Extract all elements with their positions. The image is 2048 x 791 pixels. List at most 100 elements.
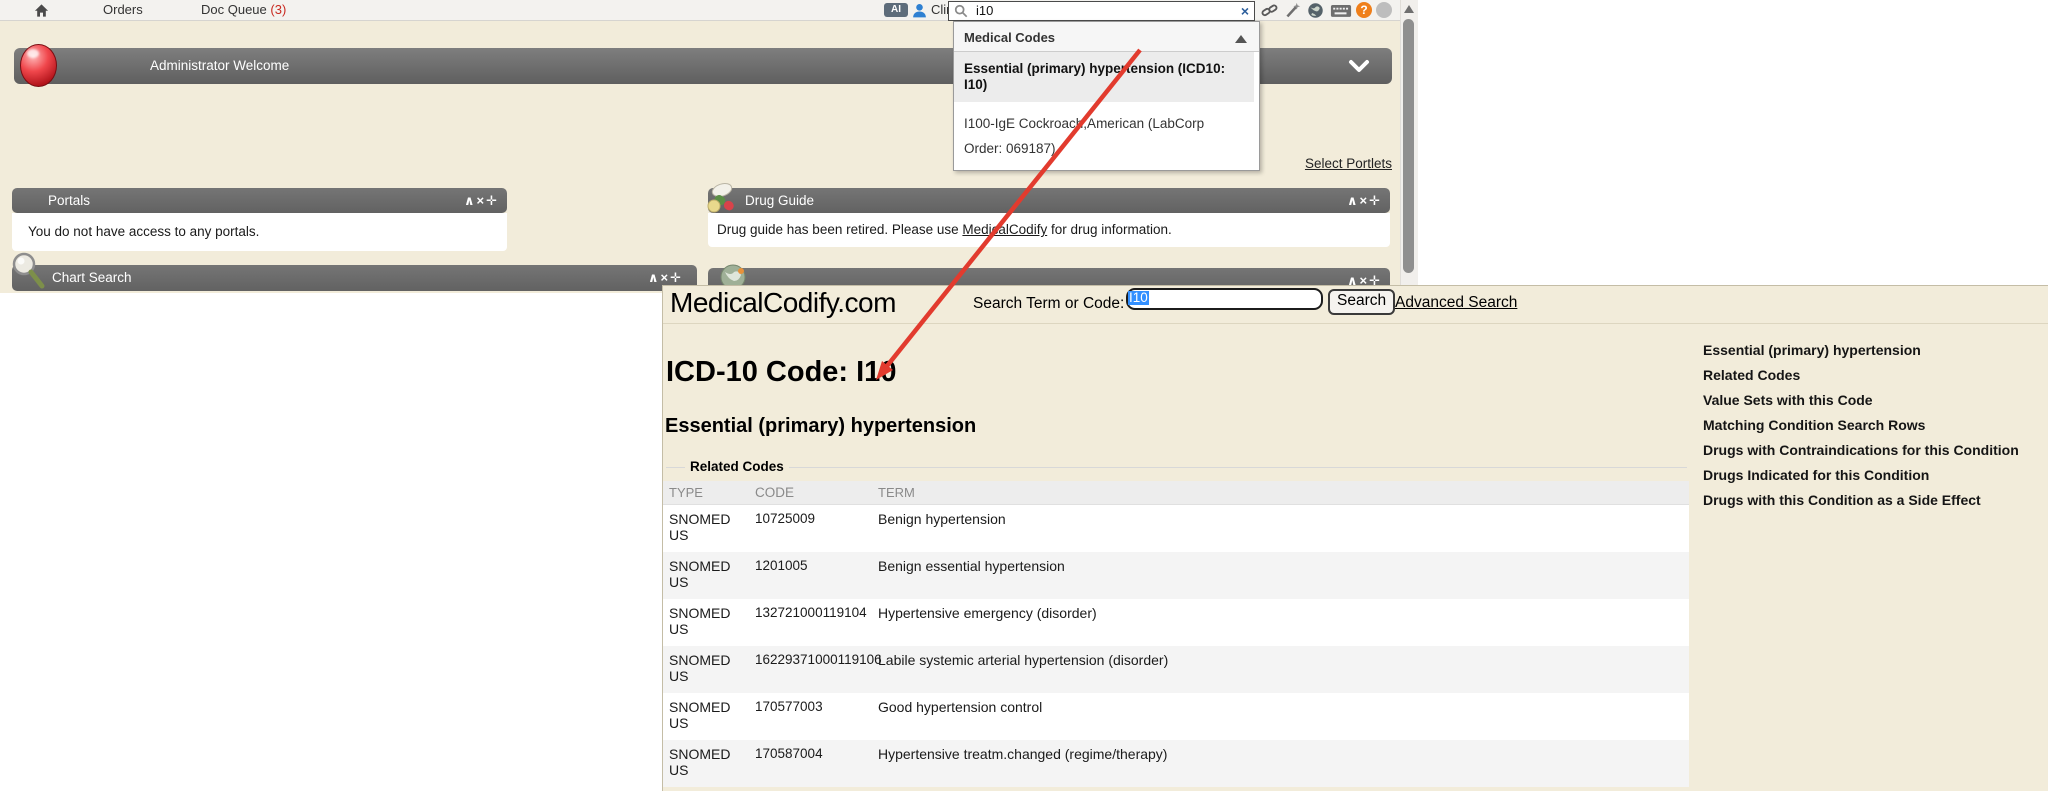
chevron-down-icon[interactable] xyxy=(1348,59,1370,73)
table-row: SNOMED US 10725009 Benign hypertension xyxy=(663,505,1689,552)
cell-code: 170577003 xyxy=(749,693,872,740)
portlet-header-portals[interactable]: Portals ∧×✛ xyxy=(12,188,507,213)
dropdown-item-list: Essential (primary) hypertension (ICD10:… xyxy=(954,52,1259,170)
portlet-header-drug-guide[interactable]: Drug Guide ∧×✛ xyxy=(708,188,1390,213)
move-icon[interactable]: ✛ xyxy=(486,193,499,208)
collapse-triangle-icon[interactable] xyxy=(1235,35,1247,43)
portlet-controls: ∧×✛ xyxy=(1347,188,1382,213)
move-icon[interactable]: ✛ xyxy=(1369,193,1382,208)
dropdown-result-item[interactable]: Essential (primary) hypertension (ICD10:… xyxy=(954,52,1254,102)
sidebar-nav-item[interactable]: Drugs Indicated for this Condition xyxy=(1689,463,2048,488)
table-row: SNOMED US 132721000119104 Hypertensive e… xyxy=(663,599,1689,646)
cell-type: SNOMED US xyxy=(663,740,749,787)
close-icon[interactable]: × xyxy=(477,193,487,208)
medicalcodify-window: MedicalCodify.com Search Term or Code: I… xyxy=(662,285,2048,791)
drug-guide-message: Drug guide has been retired. Please use … xyxy=(717,222,1172,237)
cell-term: Benign hypertension xyxy=(872,505,1689,552)
dropdown-result-item[interactable]: I100-IgE Cockroach,American (LabCorp Ord… xyxy=(954,102,1254,170)
home-icon[interactable] xyxy=(34,3,49,18)
col-type: TYPE xyxy=(663,481,749,504)
table-row: SNOMED US 1201005 Benign essential hyper… xyxy=(663,552,1689,599)
user-icon[interactable] xyxy=(911,2,928,19)
cell-code: 132721000119104 xyxy=(749,599,872,646)
table-body: SNOMED US 10725009 Benign hypertension S… xyxy=(663,505,1689,787)
status-circle-icon[interactable] xyxy=(1376,2,1392,18)
menu-doc-queue[interactable]: Doc Queue (3) xyxy=(201,0,286,20)
clear-search-icon[interactable]: × xyxy=(1241,2,1249,20)
cell-code: 16229371000119106 xyxy=(749,646,872,693)
cell-term: Good hypertension control xyxy=(872,693,1689,740)
sidebar-nav-item[interactable]: Related Codes xyxy=(1689,363,2048,388)
welcome-sphere-icon xyxy=(20,44,57,87)
search-icon xyxy=(954,4,968,18)
condition-subheading: Essential (primary) hypertension xyxy=(665,415,976,438)
cell-type: SNOMED US xyxy=(663,552,749,599)
table-header-row: TYPE CODE TERM xyxy=(663,481,1689,505)
search-term-label: Search Term or Code: xyxy=(973,295,1124,313)
collapse-icon[interactable]: ∧ xyxy=(464,193,477,208)
move-icon[interactable]: ✛ xyxy=(670,270,683,285)
table-row: SNOMED US 16229371000119106 Labile syste… xyxy=(663,646,1689,693)
selected-input-text: I10 xyxy=(1128,291,1149,305)
cell-type: SNOMED US xyxy=(663,646,749,693)
related-codes-section-title: Related Codes xyxy=(685,459,789,474)
site-title: MedicalCodify.com xyxy=(670,287,896,319)
doc-queue-count: (3) xyxy=(270,2,286,17)
code-search-input[interactable]: I10 xyxy=(1126,288,1323,310)
keyboard-icon[interactable] xyxy=(1330,2,1352,19)
sidebar-nav-item[interactable]: Drugs with this Condition as a Side Effe… xyxy=(1689,488,2048,513)
sphere-highlight xyxy=(27,49,39,58)
globe-icon[interactable] xyxy=(1307,2,1324,19)
search-input-value[interactable]: i10 xyxy=(976,3,993,19)
chart-search-magnifier-icon xyxy=(8,250,50,293)
portlet-controls: ∧×✛ xyxy=(464,188,499,213)
sidebar-nav-item[interactable]: Matching Condition Search Rows xyxy=(1689,413,2048,438)
welcome-title: Administrator Welcome xyxy=(150,48,289,84)
help-icon[interactable]: ? xyxy=(1356,2,1372,18)
advanced-search-link[interactable]: Advanced Search xyxy=(1395,294,1517,312)
portlet-title: Chart Search xyxy=(52,265,132,290)
user-name-label[interactable]: Clin xyxy=(931,0,948,20)
cell-code: 1201005 xyxy=(749,552,872,599)
pills-icon xyxy=(706,182,740,214)
portlet-header-chart-search[interactable]: Chart Search ∧×✛ xyxy=(12,265,697,291)
close-icon[interactable]: × xyxy=(661,270,671,285)
search-button[interactable]: Search xyxy=(1328,289,1395,315)
cell-term: Hypertensive treatm.changed (regime/ther… xyxy=(872,740,1689,787)
medicalcodify-link[interactable]: MedicalCodify xyxy=(962,222,1047,237)
cell-code: 170587004 xyxy=(749,740,872,787)
select-portlets-anchor[interactable]: Select Portlets xyxy=(1305,156,1392,171)
ai-badge[interactable]: AI xyxy=(884,3,908,17)
collapse-icon[interactable]: ∧ xyxy=(648,270,661,285)
portals-message: You do not have access to any portals. xyxy=(28,224,259,239)
dropdown-category-header: Medical Codes xyxy=(954,22,1259,52)
sidebar-nav-item[interactable]: Value Sets with this Code xyxy=(1689,388,2048,413)
sidebar-nav-item[interactable]: Drugs with Contraindications for this Co… xyxy=(1689,438,2048,463)
scrollbar-up-arrow-icon[interactable] xyxy=(1404,5,1414,13)
cell-type: SNOMED US xyxy=(663,599,749,646)
icd10-code-heading: ICD-10 Code: I10 xyxy=(666,356,896,389)
close-icon[interactable]: × xyxy=(1360,193,1370,208)
fieldset-divider xyxy=(666,467,1687,468)
global-search-box[interactable]: i10 × xyxy=(948,1,1255,21)
magic-wand-icon[interactable] xyxy=(1284,2,1301,19)
scrollbar-thumb[interactable] xyxy=(1403,19,1414,273)
table-row: SNOMED US 170577003 Good hypertension co… xyxy=(663,693,1689,740)
portlet-title: Drug Guide xyxy=(745,188,814,213)
portlet-title: Portals xyxy=(48,188,90,213)
link-icon[interactable] xyxy=(1261,2,1278,19)
related-codes-table: TYPE CODE TERM SNOMED US 10725009 Benign… xyxy=(663,481,1689,787)
portlet-body-portals: You do not have access to any portals. xyxy=(12,213,507,251)
col-term: TERM xyxy=(872,481,1689,504)
cell-type: SNOMED US xyxy=(663,505,749,552)
cell-type: SNOMED US xyxy=(663,693,749,740)
cell-code: 10725009 xyxy=(749,505,872,552)
sidebar-nav-item[interactable]: Essential (primary) hypertension xyxy=(1689,338,2048,363)
table-row: SNOMED US 170587004 Hypertensive treatm.… xyxy=(663,740,1689,787)
cell-term: Benign essential hypertension xyxy=(872,552,1689,599)
cell-term: Labile systemic arterial hypertension (d… xyxy=(872,646,1689,693)
section-nav-sidebar: Essential (primary) hypertension Related… xyxy=(1689,338,2048,513)
cell-term: Hypertensive emergency (disorder) xyxy=(872,599,1689,646)
menu-orders[interactable]: Orders xyxy=(103,0,143,20)
collapse-icon[interactable]: ∧ xyxy=(1347,193,1360,208)
